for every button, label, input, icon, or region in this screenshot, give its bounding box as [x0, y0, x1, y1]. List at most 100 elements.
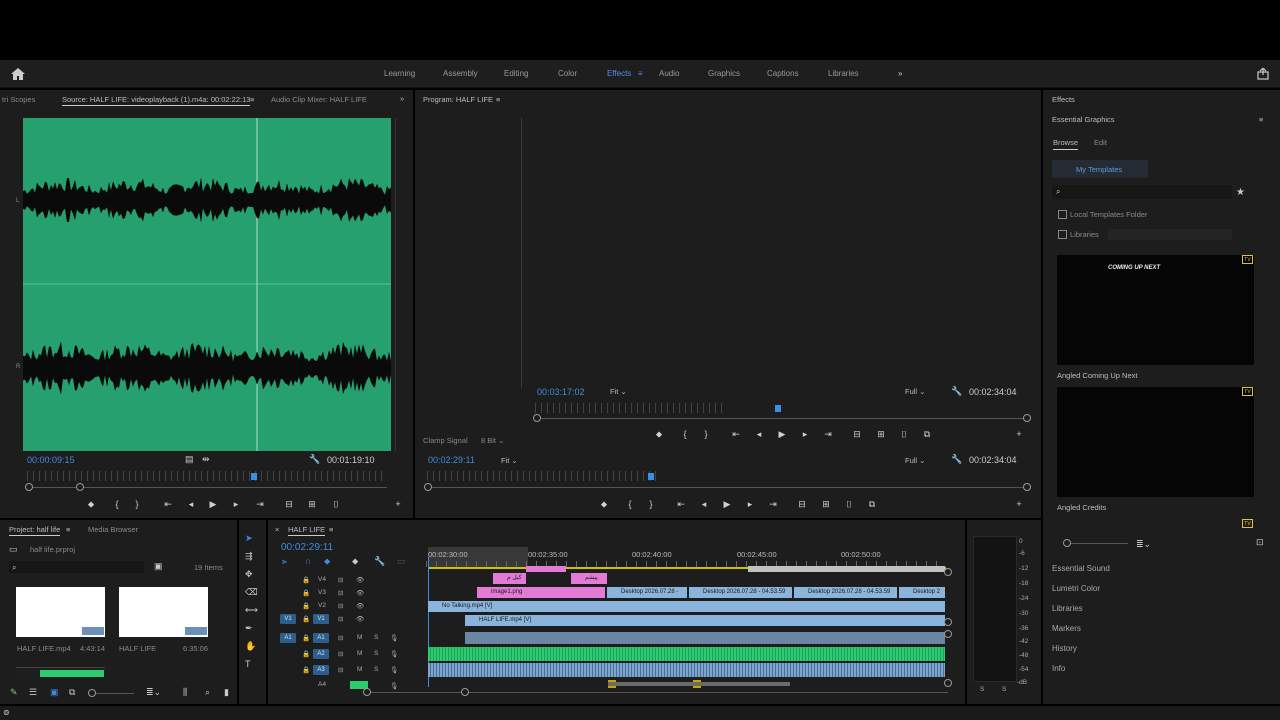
clip-half-life-video[interactable]: HALF LIFE.mp4 [V] — [465, 615, 945, 626]
timeline-ruler[interactable]: 00:02:30:00 00:02:35:00 00:02:40:00 00:0… — [426, 547, 946, 567]
source-overwrite-icon[interactable]: ⊞ — [305, 499, 319, 509]
lock-a2-icon[interactable]: 🔒 — [302, 650, 310, 658]
program-playhead[interactable] — [648, 473, 654, 480]
type-tool-icon[interactable]: T — [245, 660, 251, 669]
project-search-bottom-icon[interactable]: ⌕ — [205, 688, 210, 697]
timeline-vscroll-3[interactable] — [944, 630, 952, 638]
source-mark-in-icon[interactable]: { — [110, 499, 124, 509]
linked-selection-icon[interactable]: ∩ — [305, 557, 311, 566]
home-icon[interactable] — [11, 68, 25, 80]
inner-goto-in-icon[interactable]: ⇤ — [729, 429, 743, 439]
marker-icon[interactable]: ⬥ — [352, 557, 358, 566]
timeline-wrench-icon[interactable]: 🔧 — [374, 557, 385, 566]
clip-desktop-3[interactable]: Desktop 2026.07.28 - 04.53.59 — [794, 587, 897, 598]
tab-audio-clip-mixer[interactable]: Audio Clip Mixer: HALF LIFE — [271, 95, 367, 104]
clip-image1[interactable]: image1.png — [477, 587, 605, 598]
timeline-scroll-mid[interactable] — [461, 688, 469, 696]
program-play-icon[interactable]: ▶ — [720, 499, 734, 509]
my-templates-button[interactable]: My Templates — [1052, 160, 1148, 178]
source-insert-icon[interactable]: ⊟ — [282, 499, 296, 509]
program-full-select[interactable]: Full ⌄ — [905, 456, 925, 465]
timeline-scrollbar[interactable] — [368, 692, 948, 693]
mic-a3-icon[interactable]: 🎙 — [390, 666, 398, 674]
source-timecode-in[interactable]: 00:00:09:15 — [27, 455, 75, 465]
inner-step-forward-icon[interactable]: ▸ — [798, 429, 812, 439]
mute-a1-button[interactable]: M — [357, 634, 362, 641]
effects-title[interactable]: Effects — [1052, 95, 1075, 104]
source-camera-icon[interactable]: ⌷ — [329, 499, 343, 509]
workspace-audio[interactable]: Audio — [659, 69, 679, 78]
section-info[interactable]: Info — [1052, 664, 1065, 673]
program-title[interactable]: Program: HALF LIFE — [423, 95, 493, 104]
source-time-ruler[interactable] — [27, 471, 387, 481]
pen-tool-icon[interactable]: ✒ — [245, 624, 253, 633]
source-drag-icon[interactable]: ⇹ — [202, 455, 210, 464]
audio-clip-a3[interactable] — [428, 663, 945, 677]
track-select-tool-icon[interactable]: ⇶ — [245, 552, 253, 561]
libraries-checkbox[interactable] — [1058, 230, 1067, 239]
template-search-input[interactable]: ⌕ — [1052, 185, 1232, 199]
local-templates-checkbox[interactable] — [1058, 210, 1067, 219]
eye-v2-icon[interactable]: 👁 — [356, 602, 364, 610]
list-view-toggle-icon[interactable]: ☰ — [29, 688, 37, 697]
program-marker-icon[interactable]: ⬥ — [597, 499, 611, 509]
workspace-graphics[interactable]: Graphics — [708, 69, 740, 78]
source-playhead[interactable] — [251, 473, 257, 480]
timeline-tab[interactable]: HALF LIFE — [288, 525, 326, 536]
project-zoom-handle[interactable] — [88, 689, 96, 697]
eye-v3-icon[interactable]: 👁 — [356, 589, 364, 597]
source-settings-icon[interactable]: ▤ — [185, 455, 194, 464]
lock-a1-icon[interactable]: 🔒 — [302, 634, 310, 642]
sync-v3-icon[interactable]: ⊟ — [338, 589, 343, 597]
project-search-input[interactable]: ⌕ — [9, 561, 144, 573]
bit-depth-select[interactable]: 8 Bit ⌄ — [481, 436, 504, 445]
clip-pink-1[interactable]: کیل م — [493, 573, 526, 584]
section-essential-sound[interactable]: Essential Sound — [1052, 564, 1110, 573]
clip-pink-top[interactable] — [526, 566, 566, 572]
program-compare-icon[interactable]: ⧉ — [865, 499, 879, 509]
tab-edit[interactable]: Edit — [1094, 138, 1107, 147]
source-step-back-icon[interactable]: ◂ — [184, 499, 198, 509]
inner-zoom-handle-right[interactable] — [1023, 414, 1031, 422]
source-zoom-handle-left[interactable] — [25, 483, 33, 491]
template-thumb-coming-up-next[interactable]: COMING UP NEXT — [1057, 255, 1254, 365]
mute-a3-button[interactable]: M — [357, 666, 362, 673]
program-menu-icon[interactable]: ≡ — [496, 95, 500, 104]
timeline-close-icon[interactable]: × — [275, 525, 279, 534]
freeform-view-icon[interactable]: ⧉ — [69, 688, 75, 697]
captions-icon[interactable]: ▭ — [397, 557, 406, 566]
timeline-vscroll-4[interactable] — [944, 679, 952, 687]
source-goto-in-icon[interactable]: ⇤ — [161, 499, 175, 509]
inner-wrench-icon[interactable]: 🔧 — [951, 387, 962, 396]
slip-tool-icon[interactable]: ⟷ — [245, 606, 258, 615]
lock-a3-icon[interactable]: 🔒 — [302, 666, 310, 674]
program-add-icon[interactable]: + — [1012, 499, 1026, 509]
source-a1-patch[interactable]: A1 — [280, 633, 296, 643]
timeline-timecode[interactable]: 00:02:29:11 — [281, 542, 333, 553]
program-time-ruler[interactable] — [427, 471, 657, 481]
share-icon[interactable] — [1257, 67, 1269, 80]
workspace-captions[interactable]: Captions — [767, 69, 799, 78]
workspace-menu-icon[interactable]: ≡ — [638, 69, 643, 78]
program-extract-icon[interactable]: ⊞ — [819, 499, 833, 509]
program-goto-in-icon[interactable]: ⇤ — [674, 499, 688, 509]
timeline-vscroll-2[interactable] — [944, 618, 952, 626]
clip-desktop-4[interactable]: Desktop 2 — [899, 587, 945, 598]
tab-scopes[interactable]: tri Scopes — [2, 95, 35, 104]
clamp-signal-label[interactable]: Clamp Signal — [423, 436, 468, 445]
inner-full-select[interactable]: Full ⌄ — [905, 387, 925, 396]
mic-a1-icon[interactable]: 🎙 — [390, 634, 398, 642]
clip-no-talking[interactable]: No Talking.mp4 [V] — [428, 601, 945, 612]
thumb-size-handle[interactable] — [1063, 539, 1071, 547]
clip-light-top[interactable] — [748, 566, 945, 572]
inner-timecode[interactable]: 00:03:17:02 — [537, 387, 585, 397]
eye-v4-icon[interactable]: 👁 — [356, 576, 364, 584]
project-item-1-name[interactable]: HALF LIFE.mp4 — [17, 644, 71, 653]
lock-v2-icon[interactable]: 🔒 — [302, 602, 310, 610]
mic-a4-icon[interactable]: 🎙 — [390, 682, 398, 690]
automate-icon[interactable]: ⫼ — [183, 688, 187, 697]
inner-compare-icon[interactable]: ⧉ — [920, 429, 934, 439]
section-lumetri-color[interactable]: Lumetri Color — [1052, 584, 1100, 593]
inner-mark-out-icon[interactable]: } — [699, 429, 713, 439]
source-step-forward-icon[interactable]: ▸ — [229, 499, 243, 509]
